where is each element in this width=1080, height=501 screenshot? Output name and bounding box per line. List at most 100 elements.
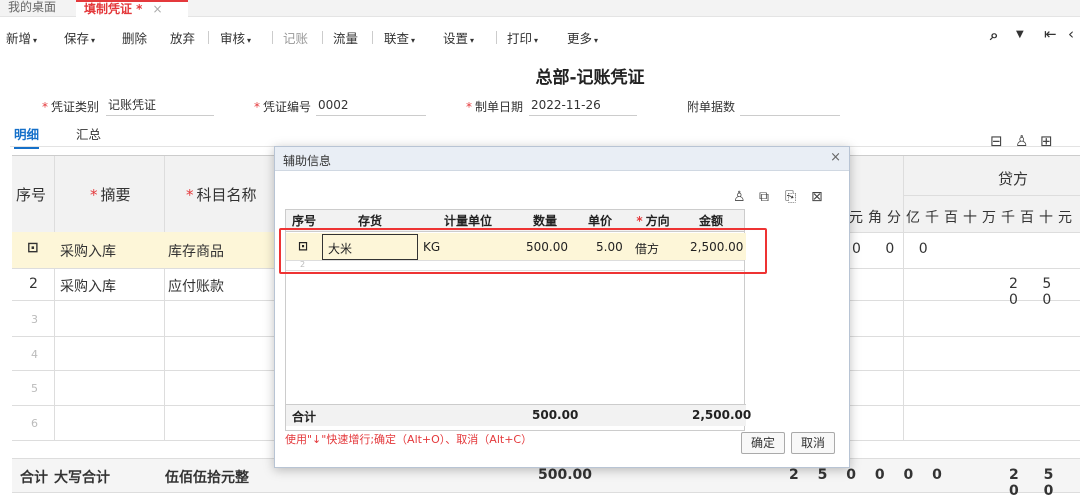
- tab-voucher-entry[interactable]: 填制凭证 * ×: [76, 0, 188, 17]
- review-button[interactable]: 审核 ▾: [220, 28, 251, 47]
- user-add-icon[interactable]: ♙: [733, 189, 746, 205]
- required-mark: *: [636, 214, 643, 228]
- row2-summary[interactable]: 采购入库: [60, 276, 116, 296]
- row5-seq: 5: [31, 382, 38, 395]
- dialog-total-label: 合计: [292, 410, 317, 424]
- total-debit-digits: 2 5 0 0 0 0: [789, 467, 949, 483]
- close-tab-icon[interactable]: ×: [152, 2, 162, 16]
- toolbar-separator: [272, 31, 273, 44]
- chevron-down-icon: ▾: [91, 36, 96, 45]
- copy-row-icon[interactable]: ⧉: [759, 189, 769, 205]
- voucher-type-label-text: 凭证类别: [51, 100, 100, 114]
- close-icon[interactable]: ×: [830, 150, 841, 165]
- selected-row[interactable]: [12, 232, 274, 268]
- col-direction-text: 方向: [645, 214, 670, 228]
- post-button[interactable]: 记账: [283, 28, 308, 47]
- header-account: * 科目名称: [186, 184, 257, 205]
- header-seq: 序号: [16, 186, 47, 204]
- voucher-type-field[interactable]: 记账凭证: [106, 97, 214, 116]
- toolbar-separator: [208, 31, 209, 44]
- toolbar-separator: [322, 31, 323, 44]
- required-mark: *: [254, 100, 260, 114]
- chevron-down-icon: ▾: [33, 36, 38, 45]
- cancel-button[interactable]: 取消: [791, 432, 835, 454]
- row2-seq: 2: [29, 276, 38, 292]
- tab-summary[interactable]: 汇总: [76, 124, 101, 143]
- paste-row-icon[interactable]: ⎘: [785, 189, 796, 205]
- settings-label: 设置: [443, 31, 469, 46]
- print-label: 打印: [507, 31, 533, 46]
- more-button[interactable]: 更多 ▾: [567, 28, 598, 47]
- search-icon[interactable]: ⌕: [990, 26, 998, 44]
- voucher-number-field[interactable]: 0002: [316, 97, 426, 116]
- chevron-down-icon: ▾: [411, 36, 416, 45]
- save-button[interactable]: 保存 ▾: [64, 28, 95, 47]
- review-label: 审核: [220, 31, 246, 46]
- total-quantity: 500.00: [538, 467, 593, 483]
- print-button[interactable]: 打印 ▾: [507, 28, 538, 47]
- cashflow-button[interactable]: 流量: [333, 28, 358, 47]
- required-mark: *: [186, 186, 194, 204]
- header-divider: [903, 195, 1080, 196]
- first-page-icon[interactable]: ⇤: [1044, 25, 1057, 43]
- digit-header: 元角分亿千百十万千百十元: [849, 210, 1077, 226]
- total-credit-digits: 2 5 0 0: [1009, 467, 1064, 499]
- delete-button[interactable]: 删除: [122, 28, 147, 47]
- required-mark: *: [90, 186, 98, 204]
- ok-button[interactable]: 确定: [741, 432, 785, 454]
- dialog-total-qty: 500.00: [532, 408, 579, 422]
- chevron-down-icon: ▾: [247, 36, 252, 45]
- attachment-count-field[interactable]: [740, 97, 840, 116]
- voucher-number-label-text: 凭证编号: [263, 100, 312, 114]
- total-label: 合计: [20, 470, 48, 486]
- more-label: 更多: [567, 31, 593, 46]
- voucher-date-field[interactable]: 2022-11-26: [529, 97, 637, 116]
- voucher-date-label-text: 制单日期: [475, 100, 524, 114]
- dialog-total-row: [286, 404, 746, 426]
- header-summary: * 摘要: [90, 184, 131, 205]
- header-summary-text: 摘要: [100, 186, 131, 204]
- voucher-number-label: * 凭证编号: [254, 98, 311, 115]
- settings-button[interactable]: 设置 ▾: [443, 28, 474, 47]
- discard-button[interactable]: 放弃: [170, 28, 195, 47]
- chevron-down-icon: ▾: [470, 36, 475, 45]
- header-credit: 贷方: [998, 170, 1029, 188]
- prev-page-icon[interactable]: ‹: [1068, 25, 1074, 43]
- user-icon[interactable]: ♙: [1015, 132, 1028, 150]
- attachment-count-label: 附单据数: [687, 100, 736, 114]
- row1-debit-digits: 0 0 0: [852, 241, 938, 257]
- tab-desktop[interactable]: 我的桌面: [0, 0, 64, 17]
- row2-credit-digits: 2 5 0 0: [1009, 276, 1062, 308]
- new-label: 新增: [6, 31, 32, 46]
- new-button[interactable]: 新增 ▾: [6, 28, 37, 47]
- save-label: 保存: [64, 31, 90, 46]
- delete-row-icon[interactable]: ⊠: [811, 189, 823, 205]
- layout-icon[interactable]: ⊞: [1040, 132, 1053, 150]
- row2-account[interactable]: 应付账款: [168, 276, 224, 296]
- dialog-header: [275, 147, 849, 171]
- chevron-down-icon[interactable]: ▼: [1016, 29, 1024, 40]
- chevron-down-icon: ▾: [534, 36, 539, 45]
- header-account-text: 科目名称: [196, 186, 257, 204]
- column-settings-icon[interactable]: ⊟: [990, 132, 1003, 150]
- row-edit-icon[interactable]: ⊡: [27, 240, 39, 256]
- voucher-title: 总部-记账凭证: [535, 68, 645, 88]
- highlight-annotation: [279, 228, 767, 274]
- row1-summary[interactable]: 采购入库: [60, 241, 116, 261]
- dialog-title: 辅助信息: [283, 154, 332, 168]
- required-mark: *: [42, 100, 48, 114]
- row6-seq: 6: [31, 417, 38, 430]
- toolbar-separator: [372, 31, 373, 44]
- dialog-total-amount: 2,500.00: [692, 408, 752, 422]
- col-divider: [54, 156, 55, 440]
- col-divider: [903, 156, 904, 440]
- toolbar-separator: [496, 31, 497, 44]
- upper-total-label: 大写合计: [54, 470, 110, 486]
- voucher-date-label: * 制单日期: [466, 98, 523, 115]
- toolbar: [0, 20, 1080, 50]
- voucher-type-label: * 凭证类别: [42, 98, 99, 115]
- query-button[interactable]: 联查 ▾: [384, 28, 415, 47]
- row1-account[interactable]: 库存商品: [168, 241, 224, 261]
- row4-seq: 4: [31, 348, 38, 361]
- query-label: 联查: [384, 31, 410, 46]
